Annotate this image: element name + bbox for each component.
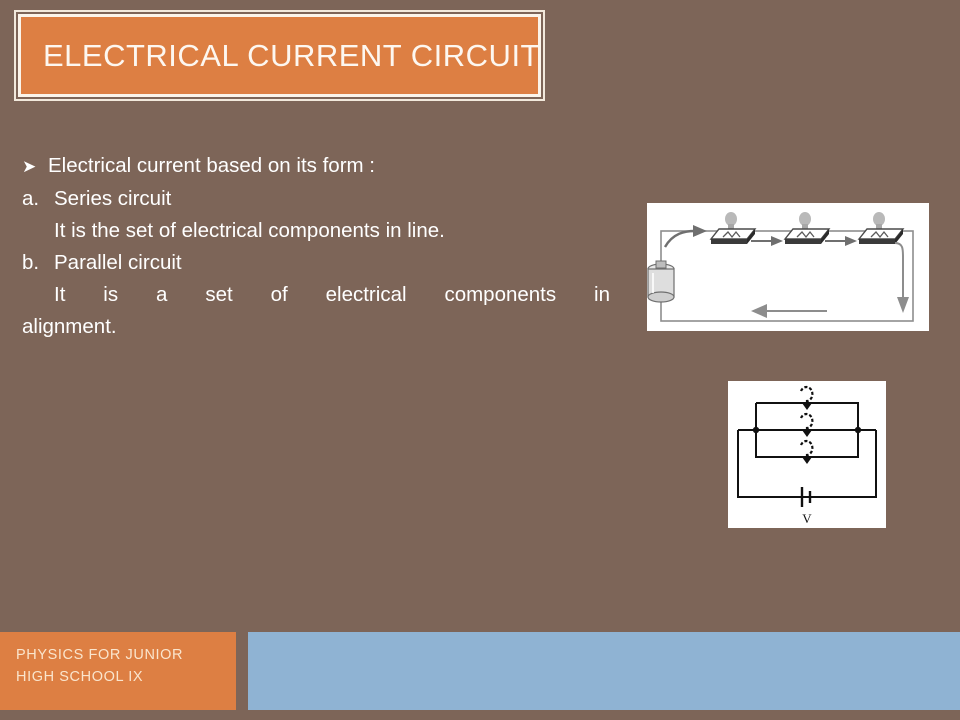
list-item-a-description: It is the set of electrical components i… xyxy=(54,219,445,242)
intro-text: Electrical current based on its form : xyxy=(48,154,375,177)
battery-label: V xyxy=(802,511,812,526)
footer-label-block: PHYSICS FOR JUNIOR HIGH SCHOOL IX xyxy=(0,632,236,710)
footer-accent-bar xyxy=(248,632,960,710)
list-item-b-description-line1: It is a set of electrical components in xyxy=(54,283,610,306)
slide-title-box: ELECTRICAL CURRENT CIRCUIT xyxy=(14,10,545,101)
junction-dot-left xyxy=(752,426,760,434)
slide-body: ➤ Electrical current based on its form :… xyxy=(22,150,642,343)
list-item-a-heading-row: a. Series circuit xyxy=(22,183,642,215)
parallel-circuit-image: V xyxy=(728,381,886,528)
lamp-symbols xyxy=(799,385,814,464)
series-circuit-image xyxy=(647,203,929,331)
arrow-bullet-icon: ➤ xyxy=(22,157,37,176)
parallel-circuit-svg: V xyxy=(737,385,877,526)
list-item-b-heading: Parallel circuit xyxy=(54,251,182,274)
list-item-b-description-line2: alignment. xyxy=(22,315,117,338)
footer-line-2: HIGH SCHOOL IX xyxy=(16,669,144,685)
bullet-intro-row: ➤ Electrical current based on its form : xyxy=(22,150,642,183)
list-marker-a: a. xyxy=(22,187,40,210)
list-item-a-heading: Series circuit xyxy=(54,187,172,210)
page-title: ELECTRICAL CURRENT CIRCUIT xyxy=(43,37,540,73)
list-item-b-heading-row: b. Parallel circuit xyxy=(22,247,642,279)
battery-icon xyxy=(647,260,675,303)
list-marker-b: b. xyxy=(22,251,40,274)
series-circuit-svg xyxy=(647,212,914,322)
slide: ELECTRICAL CURRENT CIRCUIT ➤ Electrical … xyxy=(0,0,960,720)
footer-line-1: PHYSICS FOR JUNIOR xyxy=(16,647,184,663)
junction-dot-right xyxy=(854,426,862,434)
